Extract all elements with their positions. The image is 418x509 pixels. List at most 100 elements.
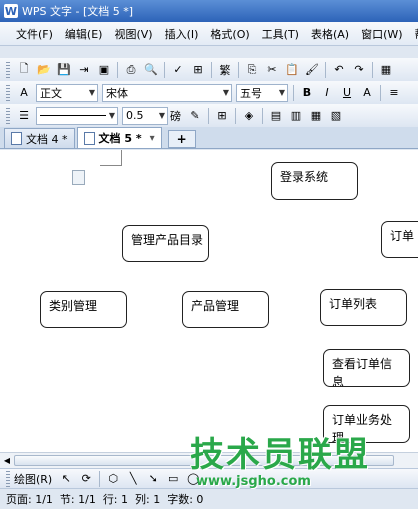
menu-file[interactable]: 文件(F): [10, 26, 59, 42]
line-width-select[interactable]: 0.5 ▼: [122, 106, 168, 125]
font-value: 宋体: [106, 86, 128, 100]
scroll-left-icon[interactable]: ◀: [1, 455, 13, 467]
window-title: WPS 文字 - [文档 5 *]: [22, 5, 134, 18]
arrow-tool-icon[interactable]: ➘: [145, 471, 161, 487]
status-word-count: 字数: 0: [167, 493, 204, 506]
select-pointer-icon[interactable]: ↖: [58, 471, 74, 487]
diagram-node-orders[interactable]: 订单: [381, 221, 418, 258]
paste-icon[interactable]: 📋: [284, 62, 300, 78]
diagram-node-order-list[interactable]: 订单列表: [320, 289, 407, 326]
italic-button[interactable]: I: [319, 85, 335, 101]
formatting-toolbar: A 正文 ▼ 宋体 ▼ 五号 ▼ B I U A ≡: [0, 81, 418, 105]
spellcheck-icon[interactable]: ✓: [170, 62, 186, 78]
cut-icon[interactable]: ✂: [264, 62, 280, 78]
copy-icon[interactable]: ⎘: [244, 62, 260, 78]
bold-button[interactable]: B: [299, 85, 315, 101]
print-preview-icon[interactable]: 🔍: [143, 62, 159, 78]
font-color-button[interactable]: A: [359, 85, 375, 101]
styles-icon[interactable]: A: [16, 85, 32, 101]
open-folder-icon[interactable]: 📂: [36, 62, 52, 78]
line-width-value: 0.5: [126, 109, 144, 122]
toolbar-grip[interactable]: [6, 61, 10, 78]
line-tool-icon[interactable]: ╲: [125, 471, 141, 487]
separator: [208, 107, 209, 124]
traditional-chinese-icon[interactable]: 繁: [217, 62, 233, 78]
underline-button[interactable]: U: [339, 85, 355, 101]
horizontal-scrollbar[interactable]: ◀: [0, 452, 418, 468]
print-icon[interactable]: ⎙: [123, 62, 139, 78]
line-spacing-icon[interactable]: ☰: [16, 108, 32, 124]
split-cells-icon[interactable]: ▦: [308, 108, 324, 124]
diagram-node-order-business[interactable]: 订单业务处理: [323, 405, 410, 443]
pen-color-icon[interactable]: ✎: [187, 108, 203, 124]
chevron-down-icon: ▼: [88, 87, 95, 97]
undo-icon[interactable]: ↶: [331, 62, 347, 78]
ellipse-tool-icon[interactable]: ◯: [185, 471, 201, 487]
diagram-node-login[interactable]: 登录系统: [271, 162, 358, 200]
close-icon[interactable]: ▾: [150, 133, 155, 144]
tab-document-4[interactable]: 文档 4 *: [4, 128, 75, 148]
toolbar-grip[interactable]: [6, 470, 10, 487]
table-grid-icon[interactable]: ▤: [268, 108, 284, 124]
scrollbar-thumb[interactable]: [14, 455, 394, 466]
menu-table[interactable]: 表格(A): [305, 26, 355, 42]
document-page[interactable]: 登录系统 管理产品目录 订单 类别管理 产品管理 订单列表 查看订单信息 订单业…: [0, 150, 418, 452]
new-tab-button[interactable]: +: [167, 130, 196, 148]
align-left-icon[interactable]: ≡: [386, 85, 402, 101]
redo-icon[interactable]: ↷: [351, 62, 367, 78]
save-icon[interactable]: 💾: [56, 62, 72, 78]
tab-document-5[interactable]: 文档 5 * ▾: [76, 127, 162, 148]
format-painter-icon[interactable]: 🖌: [304, 62, 320, 78]
table-icon[interactable]: ▦: [378, 62, 394, 78]
node-label: 登录系统: [280, 170, 329, 184]
style-value: 正文: [40, 86, 62, 100]
status-column: 列: 1: [135, 493, 161, 506]
pdf-icon[interactable]: ▣: [96, 62, 112, 78]
new-document-icon[interactable]: 🗋: [16, 62, 32, 78]
fill-color-icon[interactable]: ◈: [241, 108, 257, 124]
export-pdf-icon[interactable]: ⇥: [76, 62, 92, 78]
line-style-preview: [40, 115, 106, 116]
menu-insert[interactable]: 插入(I): [159, 26, 205, 42]
toolbar-grip[interactable]: [6, 107, 10, 124]
diagram-node-view-order[interactable]: 查看订单信息: [323, 349, 410, 387]
page-setup-icon[interactable]: ⊞: [190, 62, 206, 78]
diagram-node-product[interactable]: 产品管理: [182, 291, 269, 328]
wps-logo-icon: W: [4, 4, 18, 18]
separator: [293, 84, 294, 101]
separator: [99, 470, 101, 487]
font-size-value: 五号: [240, 86, 262, 100]
line-width-unit: 磅: [170, 109, 181, 123]
node-label: 订单业务处理: [332, 413, 393, 443]
style-select[interactable]: 正文 ▼: [36, 83, 98, 102]
standard-toolbar: 🗋 📂 💾 ⇥ ▣ ⎙ 🔍 ✓ ⊞ 繁 ⎘ ✂ 📋 🖌 ↶ ↷ ▦: [0, 58, 418, 82]
menu-tools[interactable]: 工具(T): [256, 26, 305, 42]
menu-window[interactable]: 窗口(W): [355, 26, 408, 42]
separator: [325, 61, 326, 78]
node-label: 订单: [390, 229, 415, 243]
rotate-icon[interactable]: ⟳: [78, 471, 94, 487]
toolbar-grip[interactable]: [6, 84, 10, 101]
separator: [164, 61, 165, 78]
menu-format[interactable]: 格式(O): [204, 26, 255, 42]
separator: [262, 107, 263, 124]
borders-icon[interactable]: ⊞: [214, 108, 230, 124]
draw-menu-button[interactable]: 绘图(R): [14, 471, 52, 487]
rectangle-tool-icon[interactable]: ▭: [165, 471, 181, 487]
diagram-node-manage-products[interactable]: 管理产品目录: [122, 225, 209, 262]
menu-help[interactable]: 帮: [409, 26, 418, 42]
autoshapes-icon[interactable]: ⬡: [105, 471, 121, 487]
menu-bar: 文件(F) 编辑(E) 视图(V) 插入(I) 格式(O) 工具(T) 表格(A…: [0, 22, 418, 46]
table-properties-icon[interactable]: ▧: [328, 108, 344, 124]
merge-cells-icon[interactable]: ▥: [288, 108, 304, 124]
font-select[interactable]: 宋体 ▼: [102, 83, 232, 102]
separator: [211, 61, 212, 78]
line-style-select[interactable]: ▼: [36, 106, 118, 125]
node-label: 类别管理: [49, 299, 98, 313]
font-size-select[interactable]: 五号 ▼: [236, 83, 288, 102]
tab-label: 文档 4 *: [26, 132, 68, 146]
status-page: 页面: 1/1: [6, 493, 53, 506]
menu-view[interactable]: 视图(V): [108, 26, 158, 42]
diagram-node-category[interactable]: 类别管理: [40, 291, 127, 328]
menu-edit[interactable]: 编辑(E): [59, 26, 109, 42]
